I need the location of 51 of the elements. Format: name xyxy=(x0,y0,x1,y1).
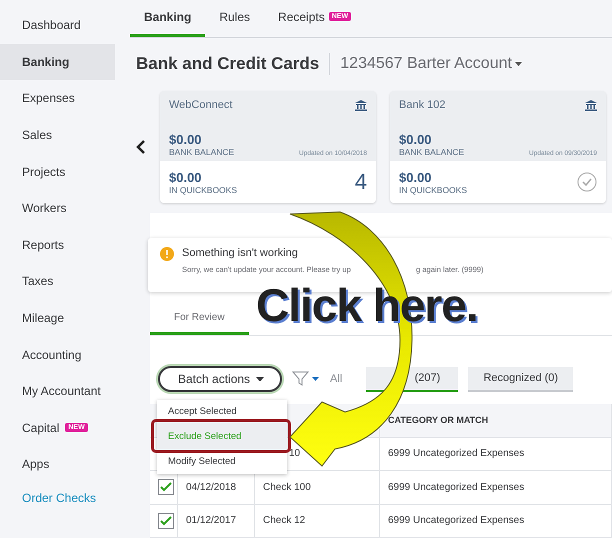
status-pill[interactable]: Recognized (0) xyxy=(468,366,574,392)
sidebar-item[interactable]: Expenses xyxy=(0,80,115,117)
sidebar-item[interactable]: Mileage xyxy=(0,300,115,336)
sidebar-item[interactable]: Accounting xyxy=(0,336,115,373)
bank-balance-label: BANK BALANCE xyxy=(169,147,234,157)
filter-icon[interactable] xyxy=(292,371,320,387)
sidebar-item[interactable]: Projects xyxy=(0,153,115,190)
account-name: Bank 102 xyxy=(399,99,446,111)
description-cell: Check 100 xyxy=(263,482,311,493)
category-cell: 6999 Uncategorized Expenses xyxy=(388,448,524,460)
check-circle-icon xyxy=(577,172,597,192)
tab[interactable]: Rules xyxy=(205,0,264,37)
category-cell: 6999 Uncategorized Expenses xyxy=(388,515,524,526)
sidebar-item[interactable]: Sales xyxy=(0,116,115,154)
page-title: Bank and Credit Cards xyxy=(136,54,320,74)
tab[interactable]: Banking xyxy=(130,0,206,37)
bank-icon xyxy=(585,100,597,110)
chevron-left-icon[interactable] xyxy=(136,140,146,154)
sidebar-item[interactable]: Reports xyxy=(0,226,115,264)
review-tab[interactable]: For Review xyxy=(150,303,249,335)
batch-actions-button[interactable]: Batch actions xyxy=(158,366,282,392)
caret-down-icon xyxy=(256,376,264,382)
quickbooks-balance: $0.00 xyxy=(399,170,433,184)
quickbooks-label: IN QUICKBOOKS xyxy=(399,184,468,194)
description-cell: Check 12 xyxy=(263,515,306,526)
row-checkbox[interactable] xyxy=(158,479,174,496)
account-name: WebConnect xyxy=(169,99,232,111)
account-selector[interactable]: 1234567 Barter Account xyxy=(340,55,512,74)
warning-icon xyxy=(160,247,174,261)
pending-count: 4 xyxy=(354,169,367,195)
bank-balance: $0.00 xyxy=(399,132,433,147)
quickbooks-label: IN QUICKBOOKS xyxy=(169,184,238,194)
description-cell: 10 xyxy=(289,448,300,460)
caret-down-icon xyxy=(514,62,522,66)
sidebar-item[interactable]: Dashboard xyxy=(0,7,115,44)
menu-item[interactable]: Modify Selected xyxy=(157,454,287,468)
bank-icon xyxy=(355,100,367,110)
sidebar-item[interactable]: Apps xyxy=(0,446,115,483)
sidebar-item[interactable]: Taxes xyxy=(0,263,115,300)
menu-item[interactable]: Accept Selected xyxy=(157,404,287,418)
sidebar-item[interactable]: My Accountant xyxy=(0,372,115,410)
sidebar-item[interactable]: Workers xyxy=(0,190,115,227)
date-cell: 04/12/2018 xyxy=(186,482,236,493)
date-cell: 01/12/2017 xyxy=(186,515,236,526)
bank-balance: $0.00 xyxy=(169,132,203,147)
sidebar-item[interactable]: Banking xyxy=(0,44,115,80)
row-checkbox[interactable] xyxy=(158,512,174,529)
bank-balance-label: BANK BALANCE xyxy=(399,147,464,157)
quickbooks-balance: $0.00 xyxy=(169,170,203,184)
alert-title: Something isn't working xyxy=(182,247,299,259)
category-cell: 6999 Uncategorized Expenses xyxy=(388,482,524,493)
